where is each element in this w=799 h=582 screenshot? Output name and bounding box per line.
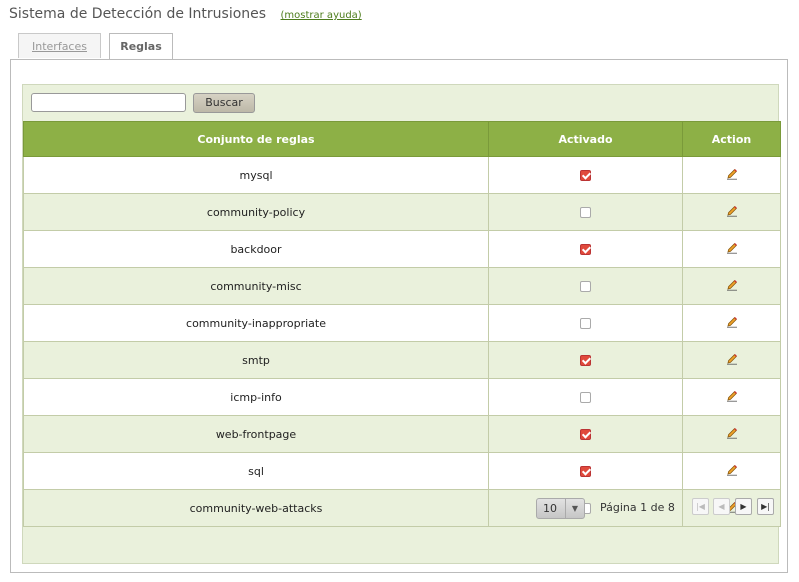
action-cell [682,378,781,416]
action-cell [682,156,781,194]
tab-reglas[interactable]: Reglas [109,33,173,60]
enabled-checkbox[interactable] [580,318,591,329]
rules-panel: Buscar Conjunto de reglas Activado Actio… [10,59,788,573]
ruleset-name: backdoor [23,230,489,268]
enabled-cell [488,156,683,194]
table-row: community-misc [23,267,781,305]
page-size-value: 10 [543,502,557,515]
action-cell [682,452,781,490]
rules-table-container: Buscar Conjunto de reglas Activado Actio… [22,84,781,564]
enabled-cell [488,193,683,231]
pencil-edit-icon[interactable] [726,205,738,220]
help-link[interactable]: (mostrar ayuda) [281,10,362,21]
enabled-cell [488,267,683,305]
enabled-cell [488,452,683,490]
table-row: icmp-info [23,378,781,416]
enabled-cell [488,230,683,268]
pencil-edit-icon[interactable] [726,353,738,368]
page-info: Página 1 de 8 [600,501,675,514]
chevron-down-icon: ▼ [565,499,584,518]
action-cell [682,415,781,453]
enabled-cell [488,341,683,379]
pencil-edit-icon[interactable] [726,427,738,442]
table-header-row: Conjunto de reglas Activado Action [23,121,781,157]
last-page-icon[interactable]: ▶| [757,498,774,515]
table-footer: 10 ▼ Página 1 de 8 |◀ ◀ ▶ ▶| [23,488,780,528]
enabled-checkbox[interactable] [580,170,591,181]
ruleset-name: community-policy [23,193,489,231]
action-cell [682,193,781,231]
enabled-cell [488,378,683,416]
action-cell [682,230,781,268]
first-page-icon[interactable]: |◀ [692,498,709,515]
enabled-checkbox[interactable] [580,207,591,218]
action-cell [682,341,781,379]
ruleset-name: smtp [23,341,489,379]
rules-table-body: mysql community-policy backdoor community-m… [23,156,781,527]
pencil-edit-icon[interactable] [726,279,738,294]
table-row: smtp [23,341,781,379]
table-row: community-inappropriate [23,304,781,342]
table-row: mysql [23,156,781,194]
ruleset-name: community-misc [23,267,489,305]
table-row: web-frontpage [23,415,781,453]
search-input[interactable] [31,93,186,112]
pencil-edit-icon[interactable] [726,390,738,405]
prev-page-icon[interactable]: ◀ [713,498,730,515]
ruleset-name: sql [23,452,489,490]
enabled-cell [488,415,683,453]
next-page-icon[interactable]: ▶ [735,498,752,515]
search-button[interactable]: Buscar [193,93,255,113]
ruleset-name: community-inappropriate [23,304,489,342]
page-title-text: Sistema de Detección de Intrusiones [9,6,267,22]
ruleset-name: icmp-info [23,378,489,416]
column-header-action: Action [682,121,781,157]
column-header-enabled[interactable]: Activado [488,121,683,157]
pencil-edit-icon[interactable] [726,168,738,183]
pencil-edit-icon[interactable] [726,316,738,331]
page-size-select[interactable]: 10 ▼ [536,498,585,519]
action-cell [682,267,781,305]
ruleset-name: web-frontpage [23,415,489,453]
pencil-edit-icon[interactable] [726,464,738,479]
enabled-cell [488,304,683,342]
table-row: backdoor [23,230,781,268]
enabled-checkbox[interactable] [580,392,591,403]
enabled-checkbox[interactable] [580,244,591,255]
action-cell [682,304,781,342]
enabled-checkbox[interactable] [580,281,591,292]
ruleset-name: mysql [23,156,489,194]
enabled-checkbox[interactable] [580,355,591,366]
tab-interfaces[interactable]: Interfaces [18,33,101,58]
table-row: community-policy [23,193,781,231]
column-header-ruleset[interactable]: Conjunto de reglas [23,121,489,157]
rules-table: Conjunto de reglas Activado Action mysql… [23,121,781,527]
page-title: Sistema de Detección de Intrusiones (mos… [9,6,362,22]
pencil-edit-icon[interactable] [726,242,738,257]
enabled-checkbox[interactable] [580,466,591,477]
enabled-checkbox[interactable] [580,429,591,440]
table-row: sql [23,452,781,490]
